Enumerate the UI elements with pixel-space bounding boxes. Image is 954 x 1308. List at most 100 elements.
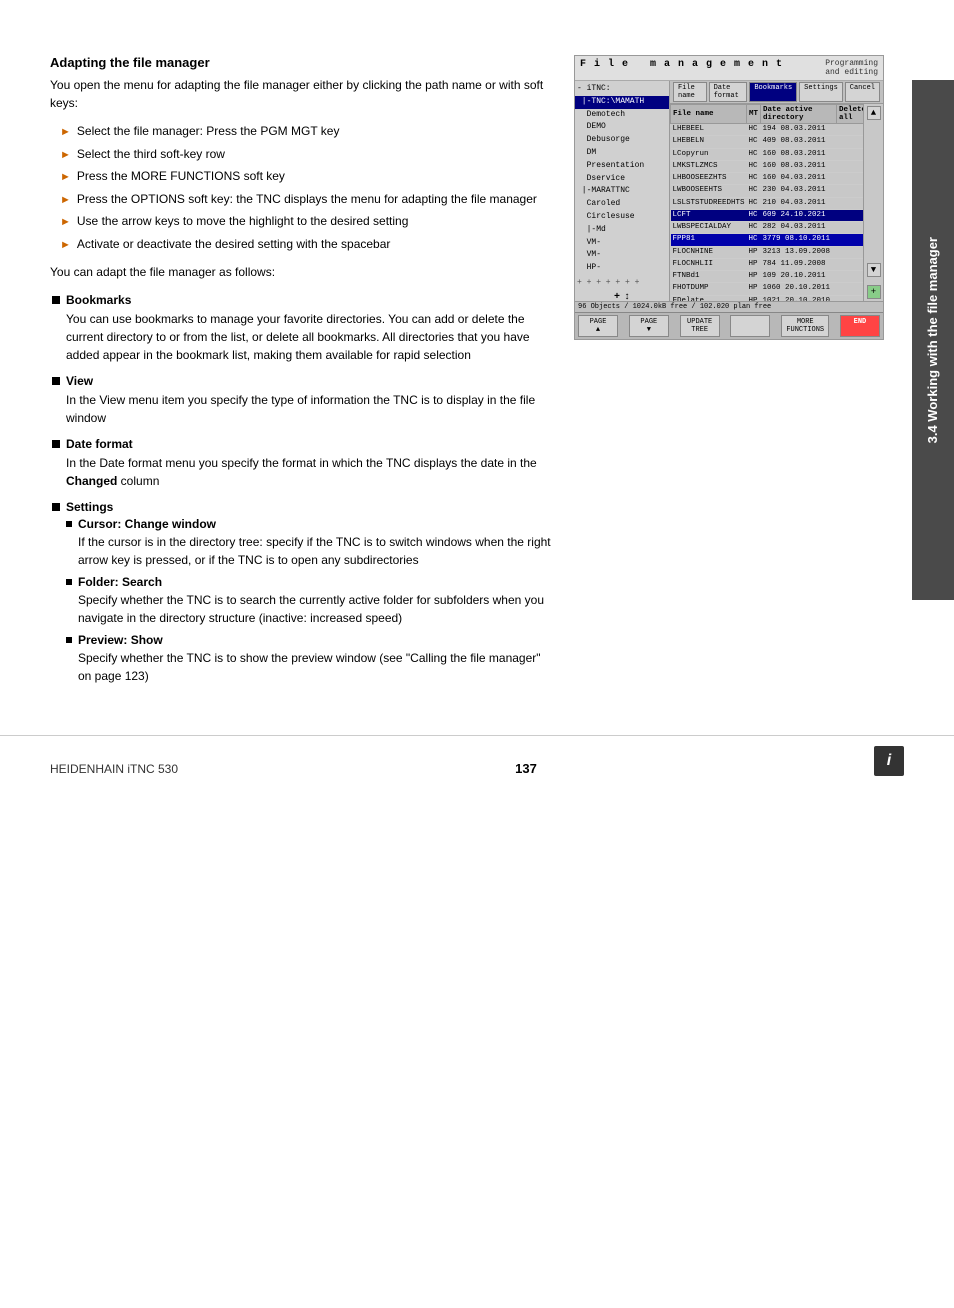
table-row[interactable]: FPP81HC3779 08.10.2011------ — [671, 234, 864, 246]
fm-top-right: Programmingand editing — [825, 59, 878, 77]
bullet-text-1: Select the third soft-key row — [77, 145, 225, 163]
preview-title: Preview: Show — [78, 633, 163, 647]
fm-header: F i l e m a n a g e m e n t Programminga… — [575, 56, 883, 81]
fm-btn-bookmarks[interactable]: Bookmarks — [749, 82, 797, 102]
bullet-item-0: ► Select the file manager: Press the PGM… — [60, 122, 554, 141]
softkey-update-tree[interactable]: UPDATETREE — [680, 315, 720, 337]
tree-divider: + + + + + + + — [575, 275, 669, 290]
fm-dropdown-area: File name Date format Bookmarks Settings… — [670, 81, 883, 104]
fm-table-scroll: File name MT Date active directory Delet… — [670, 104, 863, 301]
fm-table-area: File name MT Date active directory Delet… — [670, 104, 883, 301]
fm-body: - iTNC: |-TNC:\MAMATH Demotech DEMO Debu… — [575, 81, 883, 301]
tree-item-6[interactable]: Presentation — [575, 160, 669, 173]
side-tab-number: 3.4 — [925, 425, 940, 443]
tree-item-7[interactable]: Dservice — [575, 173, 669, 186]
bullet-arrow-2: ► — [60, 169, 71, 186]
sub-subsection-body-folder: Specify whether the TNC is to search the… — [78, 591, 554, 627]
small-square-cursor — [66, 521, 72, 527]
table-row[interactable]: FHOTDUMPHP1060 20.10.2011------ — [671, 283, 864, 295]
tree-item-12[interactable]: VM- — [575, 237, 669, 250]
bullet-arrow-3: ► — [60, 192, 71, 209]
bullet-item-3: ► Press the OPTIONS soft key: the TNC di… — [60, 190, 554, 209]
table-row[interactable]: FDelateHP1021 20.10.2010------ — [671, 295, 864, 301]
tree-item-11[interactable]: |-Md — [575, 224, 669, 237]
bullet-item-4: ► Use the arrow keys to move the highlig… — [60, 212, 554, 231]
table-row[interactable]: LMKSTLZMCSHC160 08.03.2011------ — [671, 160, 864, 172]
tree-item-9[interactable]: Caroled — [575, 198, 669, 211]
tree-item-8[interactable]: |-MARATTNC — [575, 185, 669, 198]
right-col: F i l e m a n a g e m e n t Programminga… — [574, 55, 894, 695]
tree-controls: + ↕ — [575, 290, 669, 301]
table-row[interactable]: LSLSTSTUDREEDHTSHC210 04.03.2011------ — [671, 197, 864, 209]
bullet-text-3: Press the OPTIONS soft key: the TNC disp… — [77, 190, 537, 208]
table-row[interactable]: LCopyrunHC160 08.03.2011------ — [671, 148, 864, 160]
fm-btn-settings[interactable]: Settings — [799, 82, 843, 102]
table-row[interactable]: LHBOOSEEZHTSHC160 04.03.2011------ — [671, 173, 864, 185]
tree-item-10[interactable]: Circlesuse — [575, 211, 669, 224]
table-row-selected[interactable]: LCFTHC609 24.10.2021------ — [671, 209, 864, 221]
col-header-delete: Delete all — [837, 105, 863, 124]
tree-item-14[interactable]: HP- — [575, 262, 669, 275]
subsection-body-date-format: In the Date format menu you specify the … — [66, 454, 554, 490]
page-container: 3.4 Working with the file manager Adapti… — [0, 0, 954, 1308]
sub-subsection-body-preview: Specify whether the TNC is to show the p… — [78, 649, 554, 685]
softkey-page-up[interactable]: PAGE▲ — [578, 315, 618, 337]
view-title: View — [66, 374, 93, 388]
table-row[interactable]: LWBSPECIALDAYHC282 04.03.2011------ — [671, 222, 864, 234]
table-row[interactable]: LHEBELNHC409 08.03.2011------ — [671, 136, 864, 148]
tree-item-4[interactable]: Debusorge — [575, 134, 669, 147]
tree-item-1[interactable]: |-TNC:\MAMATH — [575, 96, 669, 109]
date-format-title: Date format — [66, 437, 133, 451]
softkey-end[interactable]: END — [840, 315, 880, 337]
left-col: Adapting the file manager You open the m… — [50, 55, 554, 695]
table-row[interactable]: LHEBEELHC194 08.03.2011------ — [671, 124, 864, 136]
main-content: Adapting the file manager You open the m… — [50, 40, 894, 695]
footer-brand: HEIDENHAIN iTNC 530 — [50, 762, 178, 776]
tree-item-2[interactable]: Demotech — [575, 109, 669, 122]
fm-right-buttons: ▲ ▼ + — [863, 104, 883, 301]
sub-subsection-label-cursor: Cursor: Change window — [66, 517, 554, 531]
tree-item-13[interactable]: VM- — [575, 249, 669, 262]
fm-tree-panel: - iTNC: |-TNC:\MAMATH Demotech DEMO Debu… — [575, 81, 670, 301]
subsection-settings: Settings Cursor: Change window If the cu… — [52, 500, 554, 685]
fm-scroll-down-btn[interactable]: ▼ — [867, 263, 881, 277]
cursor-title: Cursor: Change window — [78, 517, 216, 531]
subsection-body-view: In the View menu item you specify the ty… — [66, 391, 554, 427]
softkey-more-functions[interactable]: MOREFUNCTIONS — [781, 315, 829, 337]
subsection-body-bookmarks: You can use bookmarks to manage your fav… — [66, 310, 554, 364]
subsection-bookmarks: Bookmarks You can use bookmarks to manag… — [52, 293, 554, 364]
subsection-label-view: View — [52, 374, 554, 388]
bullet-list: ► Select the file manager: Press the PGM… — [60, 122, 554, 253]
tree-ctrl-arrows: ↕ — [624, 292, 630, 301]
square-bullet-bookmarks — [52, 296, 60, 304]
bullet-item-2: ► Press the MORE FUNCTIONS soft key — [60, 167, 554, 186]
fm-scroll-up-btn[interactable]: ▲ — [867, 106, 881, 120]
fm-btn-filename[interactable]: File name — [673, 82, 707, 102]
settings-title: Settings — [66, 500, 113, 514]
col-header-name: File name — [671, 105, 747, 124]
bookmarks-title: Bookmarks — [66, 293, 131, 307]
info-icon-box: i — [874, 746, 904, 776]
fm-status-text: 96 Objects / 1024.0kB free / 102.020 pla… — [578, 303, 771, 311]
table-row[interactable]: FTNBd1HP109 20.10.2011------ — [671, 271, 864, 283]
fm-add-btn[interactable]: + — [867, 285, 881, 299]
tree-item-3[interactable]: DEMO — [575, 121, 669, 134]
square-bullet-view — [52, 377, 60, 385]
tree-item-0[interactable]: - iTNC: — [575, 83, 669, 96]
table-row[interactable]: FLOCNHLIIHP784 11.09.2008------ — [671, 258, 864, 270]
bullet-item-5: ► Activate or deactivate the desired set… — [60, 235, 554, 254]
tree-item-5[interactable]: DM — [575, 147, 669, 160]
fm-right-area: File name Date format Bookmarks Settings… — [670, 81, 883, 301]
small-square-preview — [66, 637, 72, 643]
subsection-date-format: Date format In the Date format menu you … — [52, 437, 554, 490]
fm-btn-cancel[interactable]: Cancel — [845, 82, 880, 102]
fm-btn-dateformat[interactable]: Date format — [709, 82, 748, 102]
sub-subsection-label-preview: Preview: Show — [66, 633, 554, 647]
square-bullet-settings — [52, 503, 60, 511]
file-manager-screenshot: F i l e m a n a g e m e n t Programminga… — [574, 55, 884, 340]
side-tab-label: Working with the file manager — [925, 237, 940, 422]
softkey-page-down[interactable]: PAGE▼ — [629, 315, 669, 337]
table-row[interactable]: LWBOOSEEHTSHC230 04.03.2011------ — [671, 185, 864, 197]
table-row[interactable]: FLOCNHINEHP3213 13.09.2008------ — [671, 246, 864, 258]
sub-subsection-preview: Preview: Show Specify whether the TNC is… — [66, 633, 554, 685]
